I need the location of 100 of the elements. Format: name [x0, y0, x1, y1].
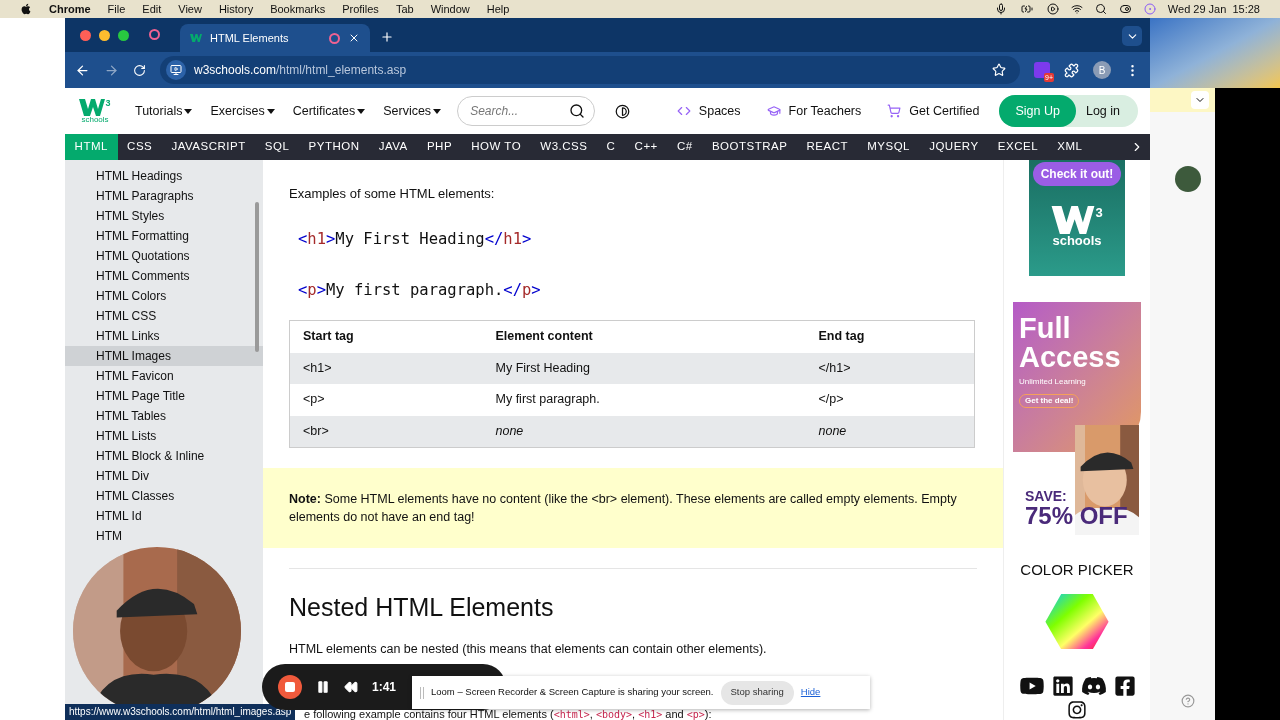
header-menu-button[interactable]: Certificates [292, 101, 366, 121]
reload-icon[interactable] [133, 63, 146, 77]
sidebar-item[interactable]: HTML Colors [96, 286, 167, 306]
search-icon[interactable] [569, 103, 586, 119]
header-menu-button[interactable]: Exercises [210, 101, 275, 121]
stop-sharing-button[interactable]: Stop sharing [720, 680, 794, 705]
tab-search-button[interactable] [1122, 26, 1142, 46]
nav-tab[interactable]: C++ [625, 134, 668, 160]
sidebar-item[interactable]: HTML Comments [96, 266, 190, 286]
play-icon[interactable] [1046, 3, 1059, 15]
linkedin-icon[interactable] [1051, 675, 1074, 698]
nav-tab[interactable]: BOOTSTRAP [702, 134, 797, 160]
new-tab-icon[interactable] [380, 30, 394, 44]
nav-tab[interactable]: XML [1047, 134, 1092, 160]
log-in-button[interactable]: Log in [1075, 95, 1138, 127]
menu-item[interactable]: Edit [142, 0, 162, 18]
sidebar-item[interactable]: HTML Headings [96, 166, 183, 186]
nav-tab[interactable]: PHP [417, 134, 462, 160]
sidebar-item[interactable]: HTML Id [96, 506, 142, 526]
menu-item[interactable]: Bookmarks [270, 0, 326, 18]
recording-tab-icon[interactable] [149, 29, 160, 40]
menu-item[interactable]: History [218, 0, 254, 18]
nav-tab[interactable]: JAVA [369, 134, 418, 160]
menu-item[interactable]: Window [430, 0, 470, 18]
nav-tab[interactable]: JAVASCRIPT [161, 134, 256, 160]
pause-icon[interactable] [316, 680, 330, 694]
back-icon[interactable] [75, 62, 90, 78]
bookmark-star-icon[interactable] [992, 63, 1006, 77]
table-cell: My First Heading [482, 352, 806, 384]
sidebar-item[interactable]: HTML Links [96, 326, 160, 346]
stop-recording-button[interactable] [278, 675, 302, 699]
browser-tab[interactable]: HTML Elements [180, 24, 370, 52]
control-center-icon[interactable] [1118, 3, 1132, 15]
sidebar-item[interactable]: HTML Page Title [96, 386, 185, 406]
sidebar-item[interactable]: HTML Block & Inline [96, 446, 205, 466]
help-icon[interactable] [1180, 694, 1195, 708]
sidebar-item[interactable]: HTML Div [96, 466, 149, 486]
tab-title: HTML Elements [210, 30, 289, 46]
sidebar-item[interactable]: HTML Lists [96, 426, 157, 446]
nav-tab[interactable]: HOW TO [461, 134, 531, 160]
sidebar-item[interactable]: HTML Tables [96, 406, 167, 426]
sidebar-item[interactable]: HTML Quotations [96, 246, 190, 266]
nav-tab[interactable]: JQUERY [919, 134, 989, 160]
header-link[interactable]: For Teachers [766, 101, 862, 121]
instagram-icon[interactable] [1067, 700, 1087, 720]
color-picker-title[interactable]: COLOR PICKER [1020, 559, 1134, 582]
sidebar-item[interactable]: HTML Classes [96, 486, 175, 506]
avatar-icon[interactable] [1174, 166, 1201, 192]
menu-item[interactable]: Help [486, 0, 510, 18]
apple-icon[interactable] [20, 3, 32, 15]
sidebar-item[interactable]: HTML Formatting [96, 226, 189, 246]
menu-item[interactable]: Profiles [342, 0, 379, 18]
wifi-icon[interactable] [1070, 3, 1083, 15]
search-icon[interactable] [1094, 3, 1107, 15]
nav-tab[interactable]: SQL [255, 134, 299, 160]
header-link[interactable]: Get Certified [887, 101, 980, 121]
nav-tab[interactable]: EXCEL [988, 134, 1048, 160]
close-tab-icon[interactable] [348, 32, 360, 44]
sidebar-item[interactable]: HTML Paragraphs [96, 186, 194, 206]
table-cell: none [482, 415, 806, 447]
discord-icon[interactable] [1080, 675, 1107, 698]
battery-icon[interactable] [1018, 3, 1035, 15]
hide-link[interactable]: Hide [800, 685, 821, 700]
extensions-icon[interactable] [1064, 62, 1079, 78]
search-field[interactable]: Search... [457, 96, 596, 126]
sidebar-item[interactable]: HTML Styles [96, 206, 165, 226]
nav-tab[interactable]: MYSQL [857, 134, 920, 160]
check-it-out-button[interactable]: Check it out! [1032, 162, 1122, 186]
header-menu-button[interactable]: Tutorials [135, 101, 193, 121]
nav-tab[interactable]: CSS [117, 134, 162, 160]
zoom-window-button[interactable] [118, 29, 129, 41]
minimize-window-button[interactable] [99, 29, 110, 41]
color-wheel-icon[interactable] [1045, 593, 1109, 650]
logo-superscript: 3 [1095, 206, 1103, 219]
site-info-button[interactable] [166, 60, 186, 80]
header-link[interactable]: Spaces [676, 101, 741, 121]
close-window-button[interactable] [80, 29, 91, 41]
nav-tab[interactable]: W3.CSS [530, 134, 597, 160]
table-cell: </p> [805, 384, 975, 416]
dropdown-button[interactable] [1191, 91, 1209, 109]
nav-tab[interactable]: PYTHON [298, 134, 370, 160]
menu-item[interactable]: File [107, 0, 126, 18]
sidebar-item[interactable]: HTML Favicon [96, 366, 174, 386]
app-name[interactable]: Chrome [49, 0, 91, 18]
nav-tab[interactable]: REACT [796, 134, 858, 160]
sidebar-item[interactable]: HTML CSS [96, 306, 157, 326]
facebook-icon[interactable] [1113, 675, 1136, 698]
address-bar[interactable]: w3schools.com/html/html_elements.asp [160, 56, 1020, 84]
sidebar-item[interactable]: HTM [96, 526, 122, 546]
menu-item[interactable]: Tab [395, 0, 414, 18]
rewind-icon[interactable] [344, 680, 358, 694]
header-menu-button[interactable]: Services [383, 101, 442, 121]
nav-tab[interactable]: C [597, 134, 625, 160]
dark-mode-icon[interactable] [615, 103, 631, 119]
microphone-icon[interactable] [994, 3, 1007, 15]
sidebar-item[interactable]: HTML Images [65, 346, 263, 366]
nav-tab[interactable]: C# [667, 134, 703, 160]
menu-item[interactable]: View [178, 0, 202, 18]
recording-time: 1:41 [372, 679, 397, 696]
drag-handle-icon[interactable] [420, 686, 424, 699]
